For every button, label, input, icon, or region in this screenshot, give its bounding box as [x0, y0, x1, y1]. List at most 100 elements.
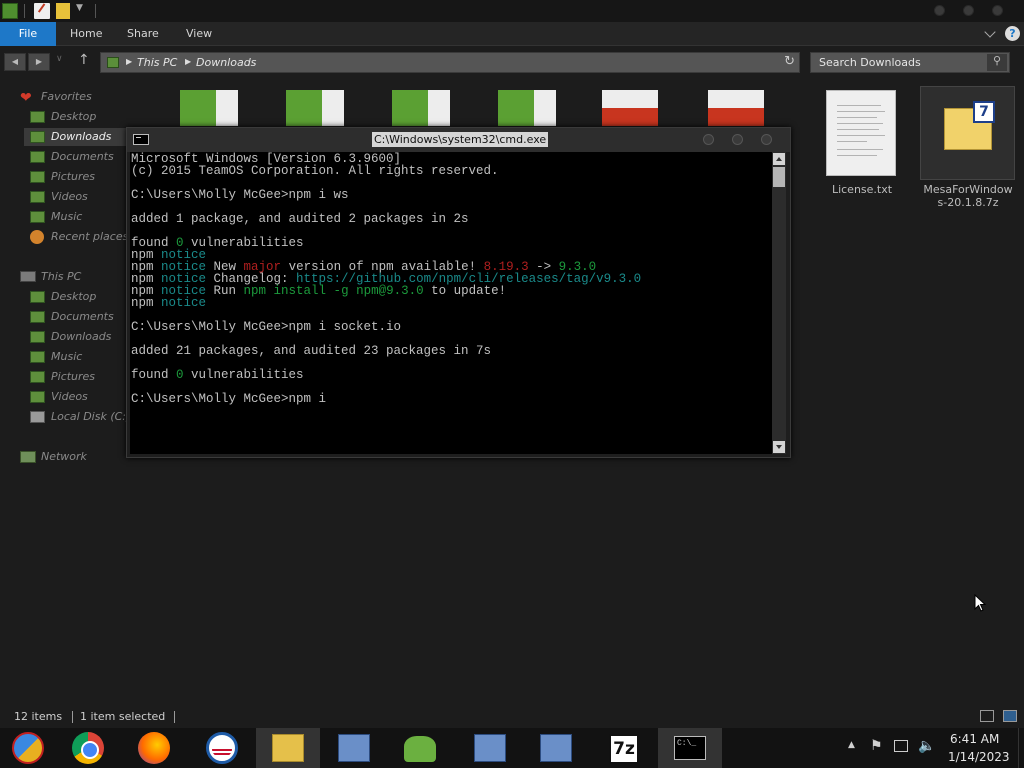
start-button[interactable] — [0, 728, 60, 768]
address-bar[interactable]: ▶ This PC ▶ Downloads ↻ — [100, 52, 800, 73]
sidebar-item-local-disk[interactable]: Local Disk (C:) — [30, 408, 130, 426]
breadcrumb-chevron-icon[interactable]: ▶ — [185, 57, 191, 66]
recent-locations-chevron-icon[interactable]: ∨ — [56, 54, 63, 64]
music-folder-icon — [30, 211, 45, 223]
cmd-title-bar[interactable]: C:\Windows\system32\cmd.exe — [127, 128, 790, 152]
sidebar-item-label: Documents — [51, 310, 114, 323]
cmd-window[interactable]: C:\Windows\system32\cmd.exe Microsoft Wi… — [126, 127, 791, 458]
clock-time[interactable]: 6:41 AM — [950, 732, 999, 746]
status-separator — [72, 711, 73, 723]
tab-home[interactable]: Home — [56, 22, 116, 46]
cmd-minimize-button[interactable] — [703, 134, 714, 145]
text-document-icon[interactable] — [826, 90, 896, 176]
sidebar-item-label: Local Disk (C:) — [51, 410, 131, 423]
taskbar-installer[interactable] — [322, 728, 386, 768]
clock-date[interactable]: 1/14/2023 — [948, 750, 1010, 764]
sidebar-item-pictures[interactable]: Pictures — [30, 168, 95, 186]
maximize-button[interactable] — [963, 5, 974, 16]
cmd-icon[interactable] — [133, 134, 149, 145]
sidebar-item-recent-places[interactable]: Recent places — [30, 228, 128, 246]
firefox-icon — [138, 732, 170, 764]
console-scrollbar[interactable] — [772, 152, 786, 454]
file-name-mesa[interactable]: MesaForWindow s-20.1.8.7z — [918, 183, 1018, 209]
tab-file[interactable]: File — [0, 22, 56, 46]
selection-count: 1 item selected — [80, 710, 166, 723]
sidebar-item-label: Videos — [51, 390, 88, 403]
mouse-cursor-icon — [974, 594, 986, 612]
search-box[interactable]: Search Downloads ⚲ — [810, 52, 1010, 73]
network-tray-icon[interactable] — [894, 740, 908, 752]
sidebar-item-label: Documents — [51, 150, 114, 163]
quick-access-dropdown-icon[interactable]: ▼ — [76, 3, 83, 13]
close-button[interactable] — [992, 5, 1003, 16]
console-output[interactable]: Microsoft Windows [Version 6.3.9600] (c)… — [130, 152, 773, 454]
sidebar-item-pc-music[interactable]: Music — [30, 348, 82, 366]
show-hidden-icons-icon[interactable]: ▲ — [848, 740, 855, 750]
sidebar-item-videos[interactable]: Videos — [30, 188, 88, 206]
minimize-button[interactable] — [934, 5, 945, 16]
scroll-up-arrow-icon[interactable] — [773, 153, 785, 165]
scroll-thumb[interactable] — [773, 167, 785, 187]
breadcrumb-chevron-icon[interactable]: ▶ — [126, 57, 132, 66]
expand-ribbon-chevron-icon[interactable] — [984, 26, 996, 38]
sidebar-item-pc-documents[interactable]: Documents — [30, 308, 114, 326]
taskbar-chrome[interactable] — [56, 728, 120, 768]
refresh-icon[interactable]: ↻ — [784, 54, 795, 69]
explorer-folder-icon[interactable] — [2, 3, 18, 19]
sidebar-item-pc-downloads[interactable]: Downloads — [30, 328, 111, 346]
sidebar-favorites[interactable]: ❤ Favorites — [20, 88, 92, 106]
taskbar-installer-3[interactable] — [524, 728, 588, 768]
taskbar-firefox[interactable] — [122, 728, 186, 768]
show-desktop-button[interactable] — [1018, 728, 1024, 768]
archive-7z-icon[interactable]: 7 — [944, 101, 995, 150]
action-center-flag-icon[interactable]: ⚑ — [870, 738, 883, 754]
sidebar-item-label: Desktop — [51, 110, 97, 123]
quick-access-separator — [24, 4, 25, 18]
taskbar-users[interactable] — [388, 728, 452, 768]
cmd-icon: C:\_ — [674, 736, 706, 760]
breadcrumb-downloads[interactable]: Downloads — [196, 56, 256, 69]
taskbar-7zip[interactable]: 7z — [592, 728, 656, 768]
search-icon[interactable]: ⚲ — [987, 54, 1007, 71]
breadcrumb-this-pc[interactable]: This PC — [137, 56, 177, 69]
help-icon[interactable]: ? — [1005, 26, 1020, 41]
taskbar-file-explorer[interactable] — [256, 728, 320, 768]
details-view-icon[interactable] — [980, 710, 994, 722]
music-folder-icon — [30, 351, 45, 363]
sidebar-item-documents[interactable]: Documents — [30, 148, 114, 166]
search-input[interactable]: Search Downloads — [819, 56, 921, 69]
back-button[interactable]: ◀ — [4, 53, 26, 71]
sidebar-this-pc[interactable]: This PC — [20, 268, 81, 286]
document-icon — [498, 90, 556, 126]
hard-drive-icon — [30, 411, 45, 423]
tab-share[interactable]: Share — [113, 22, 173, 46]
cmd-close-button[interactable] — [761, 134, 772, 145]
sidebar-network[interactable]: Network — [20, 448, 87, 466]
taskbar-installer-2[interactable] — [458, 728, 522, 768]
taskbar-cmd[interactable]: C:\_ — [658, 728, 722, 768]
tab-view[interactable]: View — [172, 22, 226, 46]
forward-button[interactable]: ▶ — [28, 53, 50, 71]
sidebar-item-label: Downloads — [51, 330, 112, 343]
large-icons-view-icon[interactable] — [1003, 710, 1017, 722]
sidebar-item-pc-videos[interactable]: Videos — [30, 388, 88, 406]
pictures-folder-icon — [30, 171, 45, 183]
sidebar-item-pc-pictures[interactable]: Pictures — [30, 368, 95, 386]
sidebar-item-music[interactable]: Music — [30, 208, 82, 226]
sidebar-item-downloads[interactable]: Downloads — [24, 128, 126, 146]
sidebar-item-label: Pictures — [51, 170, 96, 183]
up-arrow-icon[interactable]: ↑ — [78, 52, 90, 68]
window-title-bar: ▼ — [0, 0, 1024, 22]
seven-zip-badge-icon: 7 — [973, 101, 995, 123]
volume-icon[interactable]: 🔈 — [918, 738, 935, 754]
cmd-maximize-button[interactable] — [732, 134, 743, 145]
file-name-license[interactable]: License.txt — [822, 183, 902, 196]
sidebar-item-desktop[interactable]: Desktop — [30, 108, 96, 126]
taskbar-app-logo[interactable] — [190, 728, 254, 768]
navigation-bar: ◀ ▶ ∨ ↑ ▶ This PC ▶ Downloads ↻ Search D… — [0, 46, 1024, 78]
new-folder-icon[interactable] — [56, 3, 70, 19]
scroll-down-arrow-icon[interactable] — [773, 441, 785, 453]
sidebar-item-pc-desktop[interactable]: Desktop — [30, 288, 96, 306]
properties-icon[interactable] — [34, 3, 50, 19]
file-explorer-icon — [272, 734, 304, 762]
